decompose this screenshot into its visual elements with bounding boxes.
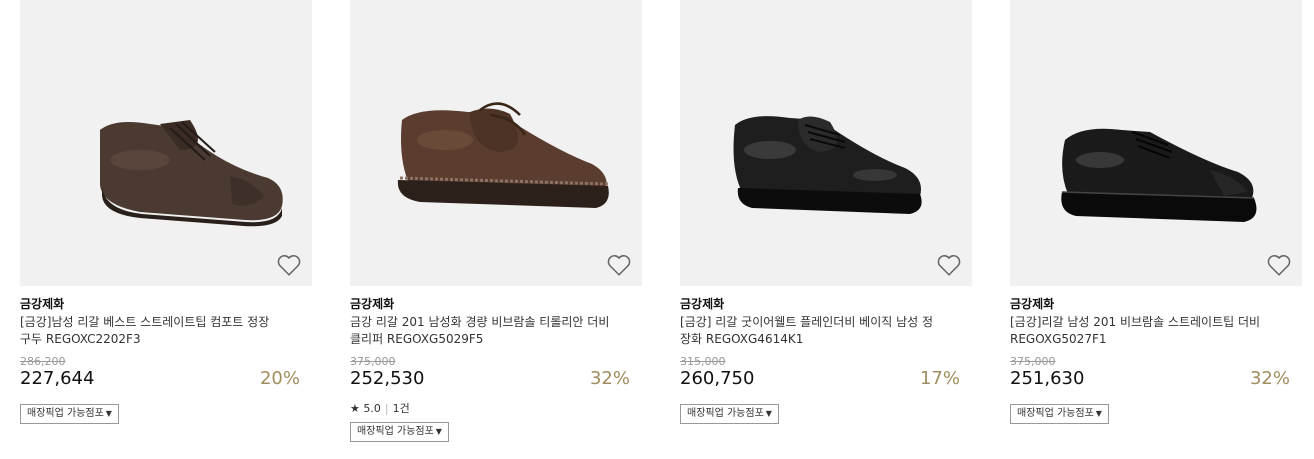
product-card[interactable]: 금강제화 [금강] 리갈 굿이어웰트 플레인더비 베이직 남성 정장화 REGO…	[680, 0, 972, 424]
original-price: 286,200	[20, 355, 66, 368]
store-pickup-label: 매장픽업 가능점포	[1017, 408, 1094, 419]
brand-name[interactable]: 금강제화	[1010, 295, 1054, 312]
discount-rate: 20%	[259, 368, 300, 389]
product-card[interactable]: 금강제화 [금강]리갈 남성 201 비브람솔 스트레이트팁 더비 REGOXG…	[1010, 0, 1302, 424]
store-pickup-button[interactable]: 매장픽업 가능점포 ▼	[1010, 404, 1109, 424]
original-price: 315,000	[680, 355, 726, 368]
product-image[interactable]	[350, 0, 642, 286]
heart-outline-icon[interactable]	[606, 252, 632, 278]
original-price: 375,000	[350, 355, 396, 368]
shoe-image	[100, 120, 283, 227]
brand-name[interactable]: 금강제화	[350, 295, 394, 312]
sale-price: 252,530	[350, 368, 425, 389]
product-image[interactable]	[20, 0, 312, 286]
brand-name[interactable]: 금강제화	[680, 295, 724, 312]
caret-down-icon: ▼	[435, 427, 442, 436]
review-count[interactable]: 1건	[393, 402, 410, 415]
original-price: 375,000	[1010, 355, 1056, 368]
product-title[interactable]: [금강] 리갈 굿이어웰트 플레인더비 베이직 남성 정장화 REGOXG461…	[680, 314, 940, 348]
store-pickup-button[interactable]: 매장픽업 가능점포 ▼	[680, 404, 779, 424]
sale-price: 227,644	[20, 368, 95, 389]
heart-outline-icon[interactable]	[936, 252, 962, 278]
store-pickup-label: 매장픽업 가능점포	[687, 408, 764, 419]
brand-name[interactable]: 금강제화	[20, 295, 64, 312]
store-pickup-button[interactable]: 매장픽업 가능점포 ▼	[350, 422, 449, 442]
divider: |	[384, 402, 389, 415]
store-pickup-label: 매장픽업 가능점포	[27, 408, 104, 419]
store-pickup-button[interactable]: 매장픽업 가능점포 ▼	[20, 404, 119, 424]
sale-price: 251,630	[1010, 368, 1085, 389]
store-pickup-label: 매장픽업 가능점포	[357, 426, 434, 437]
discount-rate: 17%	[919, 368, 960, 389]
star-icon: ★	[350, 402, 360, 415]
product-image[interactable]	[1010, 0, 1302, 286]
discount-rate: 32%	[589, 368, 630, 389]
rating-score: 5.0	[363, 402, 381, 415]
shoe-image	[733, 116, 922, 214]
sale-price: 260,750	[680, 368, 755, 389]
product-card[interactable]: 금강제화 금강 리갈 201 남성화 경량 비브람솔 티롤리안 더비 클리퍼 R…	[350, 0, 642, 442]
heart-outline-icon[interactable]	[276, 252, 302, 278]
caret-down-icon: ▼	[105, 409, 112, 418]
caret-down-icon: ▼	[765, 409, 772, 418]
shoe-image	[397, 102, 609, 208]
caret-down-icon: ▼	[1095, 409, 1102, 418]
product-title[interactable]: 금강 리갈 201 남성화 경량 비브람솔 티롤리안 더비 클리퍼 REGOXG…	[350, 314, 610, 348]
product-card[interactable]: 금강제화 [금강]남성 리갈 베스트 스트레이트팁 컴포트 정장구두 REGOX…	[20, 0, 312, 424]
shoe-image	[1061, 128, 1257, 222]
product-title[interactable]: [금강]리갈 남성 201 비브람솔 스트레이트팁 더비 REGOXG5027F…	[1010, 314, 1270, 348]
discount-rate: 32%	[1249, 368, 1290, 389]
product-image[interactable]	[680, 0, 972, 286]
heart-outline-icon[interactable]	[1266, 252, 1292, 278]
product-rating: ★ 5.0 | 1건	[350, 400, 410, 416]
product-title[interactable]: [금강]남성 리갈 베스트 스트레이트팁 컴포트 정장구두 REGOXC2202…	[20, 314, 280, 348]
